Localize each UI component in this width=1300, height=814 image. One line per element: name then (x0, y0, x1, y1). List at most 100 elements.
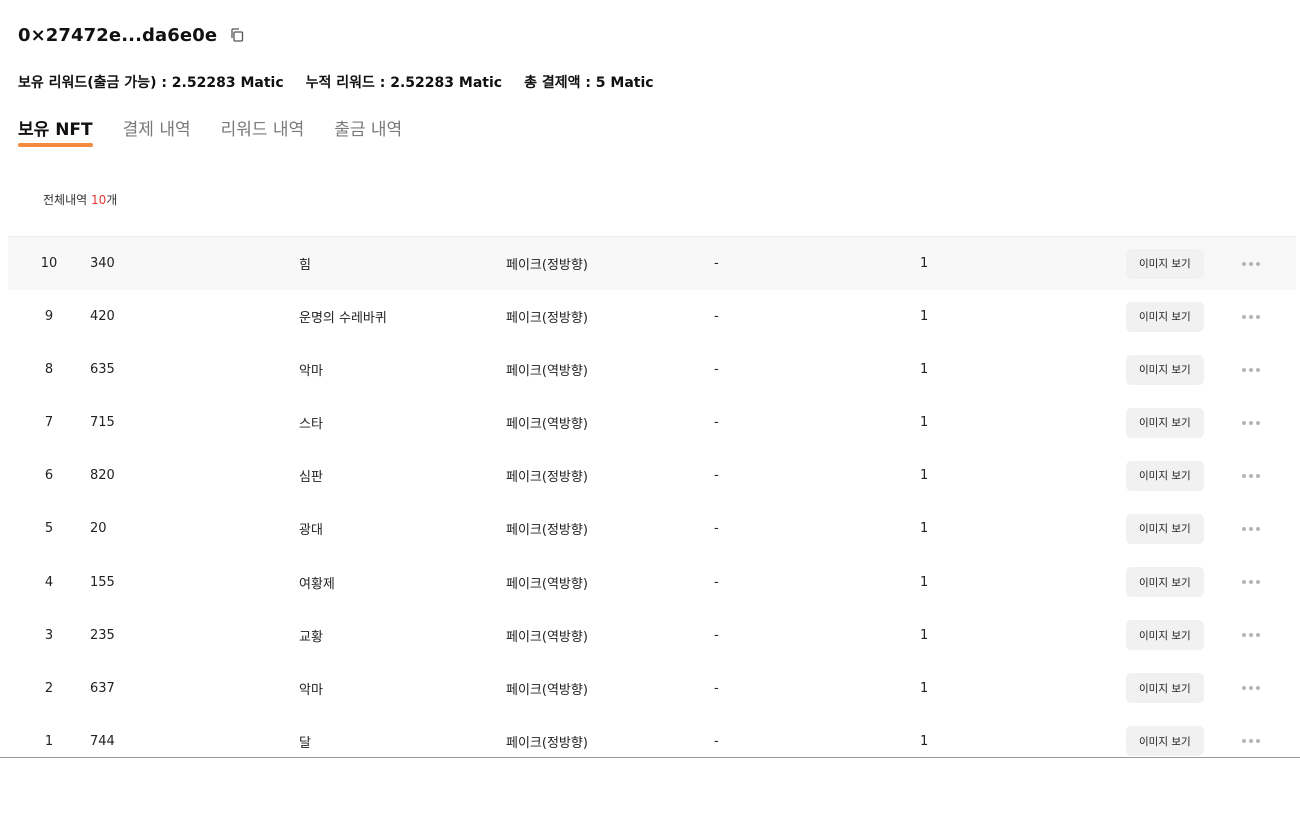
view-image-cell: 이미지 보기 (1126, 715, 1204, 768)
more-horizontal-icon[interactable] (1238, 629, 1264, 641)
table-row: 1 744 달 페이크(정방향) - 1 이미지 보기 (8, 715, 1296, 768)
view-image-cell: 이미지 보기 (1126, 396, 1204, 449)
nft-type: 페이크(정방향) (506, 470, 588, 486)
more-cell (1238, 556, 1264, 609)
nft-quantity: 1 (920, 521, 929, 537)
more-cell (1238, 290, 1264, 343)
nft-type: 페이크(정방향) (506, 735, 588, 751)
nft-type: 페이크(역방향) (506, 417, 588, 433)
nft-name: 심판 (299, 470, 323, 486)
page: 0×27472e...da6e0e 보유 리워드(출금 가능) : 2.5228… (0, 0, 1300, 814)
row-index: 8 (44, 362, 54, 378)
more-cell (1238, 715, 1264, 768)
nft-name: 힘 (299, 258, 311, 273)
wallet-header: 0×27472e...da6e0e (18, 22, 245, 48)
more-horizontal-icon[interactable] (1238, 470, 1264, 482)
row-index: 7 (44, 415, 54, 431)
nft-id: 637 (90, 680, 115, 696)
table-row: 4 155 여황제 페이크(역방향) - 1 이미지 보기 (8, 556, 1296, 609)
more-horizontal-icon[interactable] (1238, 576, 1264, 588)
more-horizontal-icon[interactable] (1238, 311, 1264, 323)
nft-name: 교황 (299, 629, 323, 645)
more-cell (1238, 502, 1264, 555)
view-image-button[interactable]: 이미지 보기 (1126, 301, 1204, 332)
view-image-button[interactable]: 이미지 보기 (1126, 248, 1204, 279)
more-horizontal-icon[interactable] (1238, 417, 1264, 429)
table-row: 3 235 교황 페이크(역방향) - 1 이미지 보기 (8, 609, 1296, 662)
table-row: 7 715 스타 페이크(역방향) - 1 이미지 보기 (8, 396, 1296, 449)
nft-quantity: 1 (920, 574, 929, 590)
nft-name: 악마 (299, 364, 323, 380)
total-count-prefix: 전체내역 (43, 193, 91, 207)
more-cell (1238, 343, 1264, 396)
more-cell (1238, 609, 1264, 662)
nft-id: 635 (90, 362, 115, 378)
more-horizontal-icon[interactable] (1238, 523, 1264, 535)
row-index: 4 (44, 574, 54, 590)
view-image-cell: 이미지 보기 (1126, 237, 1204, 290)
row-index: 2 (44, 680, 54, 696)
view-image-cell: 이미지 보기 (1126, 449, 1204, 502)
nft-id: 420 (90, 309, 115, 325)
row-index: 10 (40, 256, 58, 271)
nft-id: 235 (90, 627, 115, 643)
nft-id: 715 (90, 415, 115, 431)
view-image-button[interactable]: 이미지 보기 (1126, 726, 1204, 757)
nft-name: 스타 (299, 417, 323, 433)
wallet-address: 0×27472e...da6e0e (18, 24, 218, 46)
nft-id: 155 (90, 574, 115, 590)
view-image-button[interactable]: 이미지 보기 (1126, 567, 1204, 598)
view-image-cell: 이미지 보기 (1126, 290, 1204, 343)
copy-icon[interactable] (229, 27, 245, 43)
nft-quantity: 1 (920, 733, 929, 749)
tab-payment-history[interactable]: 결제 내역 (123, 115, 191, 144)
total-count-value: 10 (90, 193, 107, 207)
tab-owned-nft[interactable]: 보유 NFT (18, 115, 93, 147)
nft-type: 페이크(정방향) (506, 311, 588, 327)
table-row: 9 420 운명의 수레바퀴 페이크(정방향) - 1 이미지 보기 (8, 290, 1296, 343)
nft-extra: - (714, 468, 719, 484)
view-image-button[interactable]: 이미지 보기 (1126, 460, 1204, 491)
cumulative-reward: 누적 리워드 : 2.52283 Matic (305, 75, 503, 91)
nft-extra: - (714, 680, 719, 696)
more-cell (1238, 662, 1264, 715)
view-image-button[interactable]: 이미지 보기 (1126, 354, 1204, 385)
view-image-button[interactable]: 이미지 보기 (1126, 620, 1204, 651)
table-row: 5 20 광대 페이크(정방향) - 1 이미지 보기 (8, 502, 1296, 555)
row-index: 9 (44, 309, 54, 325)
nft-quantity: 1 (920, 680, 929, 696)
view-image-cell: 이미지 보기 (1126, 343, 1204, 396)
view-image-cell: 이미지 보기 (1126, 556, 1204, 609)
more-cell (1238, 449, 1264, 502)
more-horizontal-icon[interactable] (1238, 258, 1264, 270)
more-horizontal-icon[interactable] (1238, 364, 1264, 376)
view-image-button[interactable]: 이미지 보기 (1126, 407, 1204, 438)
more-horizontal-icon[interactable] (1238, 735, 1264, 747)
nft-quantity: 1 (920, 627, 929, 643)
total-count: 전체내역 10개 (43, 191, 117, 208)
nft-id: 20 (90, 521, 107, 537)
view-image-button[interactable]: 이미지 보기 (1126, 513, 1204, 544)
nft-name: 악마 (299, 682, 323, 698)
more-cell (1238, 237, 1264, 290)
tab-withdrawal-history[interactable]: 출금 내역 (334, 115, 402, 144)
total-payment: 총 결제액 : 5 Matic (524, 75, 654, 91)
nft-quantity: 1 (920, 256, 929, 271)
nft-extra: - (714, 309, 719, 325)
nft-extra: - (714, 362, 719, 378)
view-image-button[interactable]: 이미지 보기 (1126, 673, 1204, 704)
table-row: 6 820 심판 페이크(정방향) - 1 이미지 보기 (8, 449, 1296, 502)
view-image-cell: 이미지 보기 (1126, 662, 1204, 715)
tab-bar: 보유 NFT 결제 내역 리워드 내역 출금 내역 (18, 112, 432, 147)
tab-reward-history[interactable]: 리워드 내역 (221, 115, 305, 144)
nft-name: 운명의 수레바퀴 (299, 311, 387, 327)
nft-type: 페이크(정방향) (506, 523, 588, 539)
table-row: 2 637 악마 페이크(역방향) - 1 이미지 보기 (8, 662, 1296, 715)
nft-table: 10 340 힘 페이크(정방향) - 1 이미지 보기 9 420 운명의 수… (8, 236, 1296, 768)
total-count-suffix: 개 (106, 193, 118, 207)
more-horizontal-icon[interactable] (1238, 682, 1264, 694)
row-index: 1 (44, 733, 54, 749)
nft-quantity: 1 (920, 468, 929, 484)
nft-type: 페이크(역방향) (506, 629, 588, 645)
nft-extra: - (714, 733, 719, 749)
